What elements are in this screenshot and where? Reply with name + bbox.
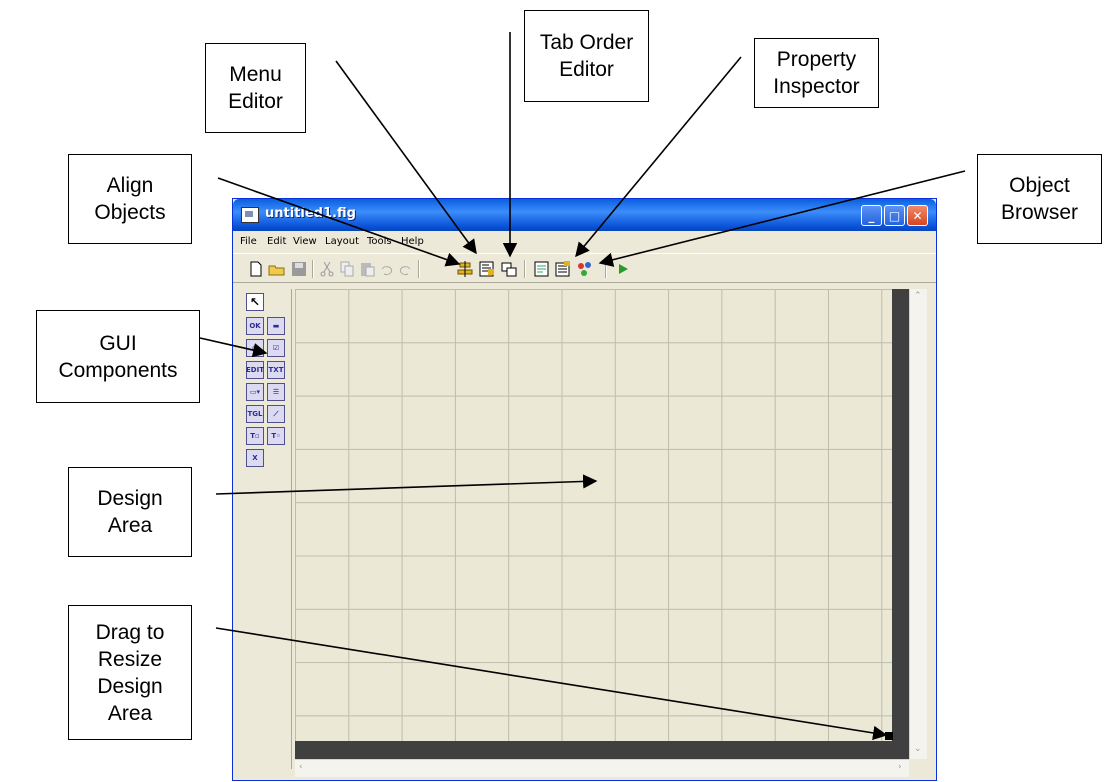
arrow-align-objects [217,177,461,267]
leader-arrows [199,32,966,741]
arrow-gui-components [199,337,268,358]
arrow-drag-to-resize [215,627,888,741]
arrow-menu-editor [335,60,477,255]
arrow-object-browser [598,170,966,267]
arrow-property-inspector [575,56,742,258]
arrow-design-area [215,474,598,495]
